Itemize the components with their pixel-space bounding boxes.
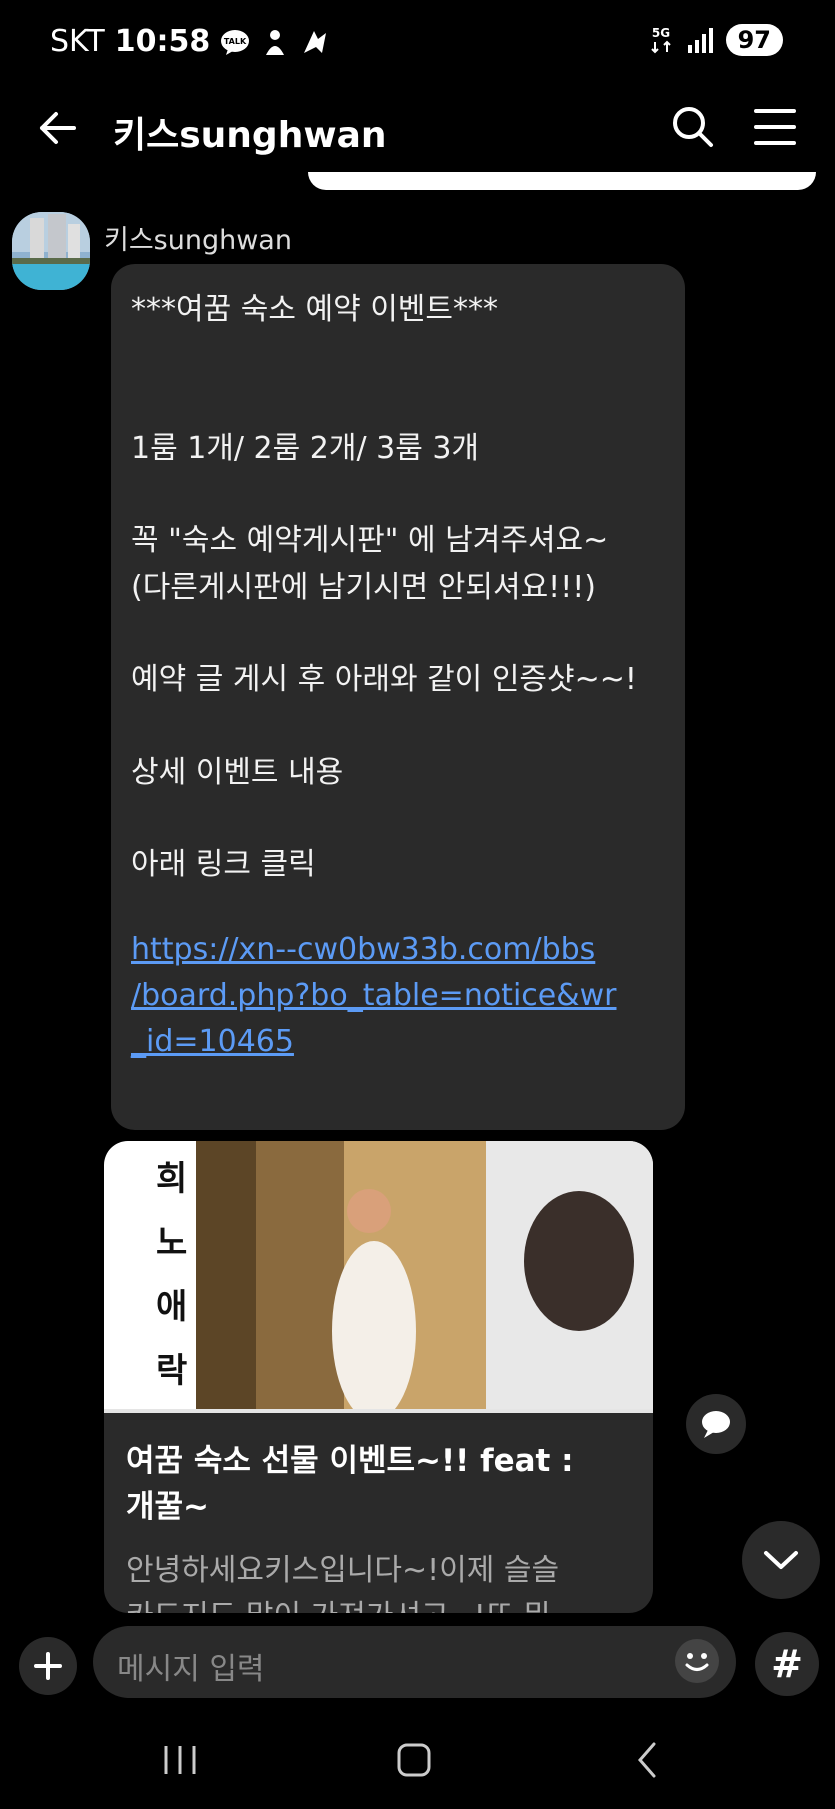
app-notification-icon	[266, 29, 285, 55]
emoji-icon	[675, 1639, 719, 1683]
preview-title: 개꿀~	[126, 1489, 210, 1525]
status-right: 5G 97	[646, 24, 783, 56]
message-link[interactable]: _id=10465	[131, 1024, 294, 1059]
message-line: 예약 글 게시 후 아래와 같이 인증샷~~!	[131, 662, 637, 697]
recent-apps-icon[interactable]	[150, 1738, 210, 1782]
status-bar: SKT 10:58 TALK 5G 97	[0, 0, 835, 84]
svg-text:TALK: TALK	[224, 37, 247, 46]
preview-image-text: 애	[156, 1287, 188, 1327]
message-input[interactable]: 메시지 입력	[93, 1626, 736, 1698]
hashtag-button[interactable]: #	[755, 1632, 819, 1696]
message-line: 꼭 "숙소 예약게시판" 에 남겨주셔요~	[131, 523, 609, 558]
preview-description: 카드지도 많이 가져가셔고~!또 뭐	[126, 1591, 551, 1613]
svg-text:5G: 5G	[651, 26, 669, 40]
app-notification-icon-2	[304, 30, 327, 53]
avatar-image	[12, 212, 90, 290]
battery-indicator: 97	[725, 24, 783, 56]
home-icon[interactable]	[384, 1738, 444, 1782]
message-line: 아래 링크 클릭	[131, 847, 316, 882]
reply-button[interactable]	[686, 1394, 746, 1454]
message-link[interactable]: /board.php?bo_table=notice&wr	[131, 978, 617, 1013]
message-link[interactable]: https://xn--cw0bw33b.com/bbs	[131, 932, 595, 967]
speech-bubble-icon	[702, 1411, 730, 1438]
sender-name: 키스sunghwan	[104, 225, 292, 256]
message-line: (다른게시판에 남기시면 안되셔요!!!)	[131, 570, 596, 605]
attach-button[interactable]	[19, 1637, 77, 1695]
avatar[interactable]	[12, 212, 90, 290]
chat-title: 키스sunghwan	[113, 115, 387, 156]
signal-icon	[687, 28, 713, 53]
preview-image-text: 노	[156, 1223, 188, 1263]
preview-title: 여꿈 숙소 선물 이벤트~!! feat :	[126, 1443, 574, 1479]
preview-image-text: 락	[156, 1351, 188, 1391]
message-input-placeholder: 메시지 입력	[117, 1652, 265, 1687]
plus-icon	[34, 1652, 62, 1680]
previous-message-bubble	[308, 172, 816, 190]
search-icon[interactable]	[671, 105, 715, 149]
clock: 10:58	[114, 24, 211, 59]
scroll-to-bottom-button[interactable]	[742, 1521, 820, 1599]
talk-notification-icon: TALK	[221, 29, 250, 55]
message-line: ***여꿈 숙소 예약 이벤트***	[131, 292, 499, 327]
preview-description: 안녕하세요키스입니다~!이제 슬슬	[126, 1553, 560, 1588]
message-line: 상세 이벤트 내용	[131, 755, 344, 790]
carrier-label: SKT	[50, 24, 105, 59]
menu-icon[interactable]	[754, 108, 796, 146]
chevron-down-icon	[764, 1551, 798, 1569]
status-left: SKT 10:58 TALK	[50, 24, 330, 59]
network-5g-icon: 5G	[650, 26, 671, 54]
message-line: 1룸 1개/ 2룸 2개/ 3룸 3개	[131, 431, 480, 466]
back-arrow-icon[interactable]	[36, 107, 78, 149]
emoji-button[interactable]	[672, 1636, 722, 1686]
preview-image-text: 희	[156, 1159, 188, 1199]
nav-back-icon[interactable]	[618, 1738, 678, 1782]
link-preview-card[interactable]: 희 노 애 락 여꿈 숙소 선물 이벤트~!! feat : 개꿀~ 안녕하세요…	[104, 1141, 653, 1613]
